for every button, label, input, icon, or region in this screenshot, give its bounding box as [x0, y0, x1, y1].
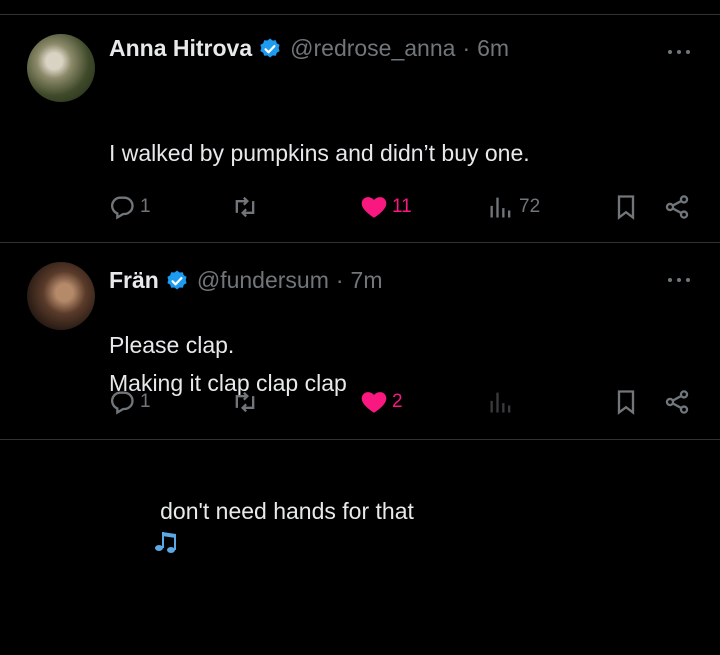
reply-icon	[111, 391, 134, 415]
bookmark-button[interactable]	[612, 388, 640, 416]
like-count: 2	[392, 391, 403, 412]
tweet-text-line: don't need hands for that	[147, 498, 414, 524]
like-count: 11	[392, 196, 412, 217]
retweet-button[interactable]	[231, 388, 259, 416]
retweet-button[interactable]	[231, 193, 259, 221]
heart-icon	[361, 392, 387, 413]
user-handle[interactable]: @fundersum	[197, 267, 329, 294]
reply-icon	[111, 196, 134, 220]
more-options-icon[interactable]	[668, 278, 690, 284]
timestamp[interactable]: 7m	[351, 267, 383, 294]
retweet-icon	[235, 391, 255, 413]
timestamp[interactable]: 6m	[477, 35, 509, 62]
music-notes-icon	[155, 532, 177, 553]
display-name[interactable]: Frän	[109, 267, 159, 294]
display-name[interactable]: Anna Hitrova	[109, 35, 252, 62]
tweet[interactable]: Anna Hitrova @redrose_anna · 6m I walked…	[0, 15, 720, 358]
more-options-icon[interactable]	[668, 50, 690, 56]
views-button[interactable]	[487, 388, 515, 416]
tweet-text: Making it clap clap clap don't need hand…	[109, 303, 414, 655]
bookmark-icon	[617, 390, 635, 415]
tweet-header: Anna Hitrova @redrose_anna · 6m	[109, 35, 509, 62]
bar-chart-icon	[490, 197, 511, 218]
tweet[interactable]: Frän @fundersum · 7m Making it clap clap…	[0, 243, 720, 553]
view-count: 72	[519, 196, 541, 217]
tweet-text-line: I walked by pumpkins and didn’t buy one.	[109, 140, 530, 166]
tweet-header: Frän @fundersum · 7m	[109, 267, 382, 294]
bookmark-icon	[617, 195, 635, 220]
heart-icon	[361, 197, 387, 218]
separator-dot: ·	[462, 35, 471, 61]
share-button[interactable]	[663, 388, 691, 416]
share-icon	[665, 390, 689, 414]
views-button[interactable]: 72	[487, 193, 540, 221]
bar-chart-icon	[490, 392, 511, 413]
avatar[interactable]	[27, 34, 95, 102]
action-bar: 1 2	[0, 388, 720, 420]
bottom-divider	[0, 439, 720, 440]
separator-dot: ·	[335, 267, 344, 293]
verified-badge-icon	[260, 38, 280, 57]
share-button[interactable]	[663, 193, 691, 221]
like-button[interactable]: 2	[360, 388, 403, 416]
reply-button[interactable]: 1	[108, 388, 151, 416]
tweet-text-line-with-emoji: don't need hands for that	[109, 463, 414, 591]
reply-count: 1	[140, 391, 151, 412]
reply-button[interactable]: 1	[108, 193, 151, 221]
avatar[interactable]	[27, 262, 95, 330]
reply-count: 1	[140, 196, 151, 217]
action-bar: 1 11 72	[0, 193, 720, 225]
verified-badge-icon	[167, 270, 187, 289]
share-icon	[665, 195, 689, 219]
like-button[interactable]: 11	[360, 193, 412, 221]
user-handle[interactable]: @redrose_anna	[290, 35, 455, 62]
retweet-icon	[235, 196, 255, 218]
bookmark-button[interactable]	[612, 193, 640, 221]
